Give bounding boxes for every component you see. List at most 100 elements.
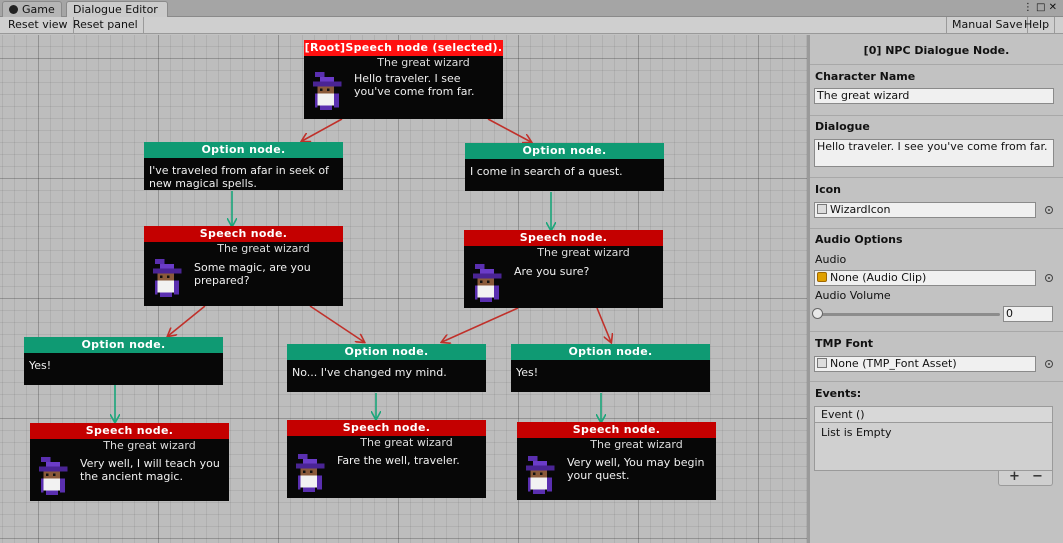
events-label: Events: <box>815 387 862 400</box>
tab-game[interactable]: Game <box>2 1 62 17</box>
divider <box>810 177 1063 178</box>
link-root-option1 <box>302 118 343 141</box>
tmp-font-object-field[interactable]: None (TMP_Font Asset) <box>814 356 1036 372</box>
wizard-icon <box>152 259 182 297</box>
speech-text: Very well, You may begin your quest. <box>567 456 705 482</box>
toolbar: Reset view Reset panel Manual Save Help <box>0 17 1063 34</box>
manual-save-button[interactable]: Manual Save <box>946 17 1029 34</box>
link-speech1-option3 <box>168 305 206 336</box>
unity-icon <box>9 5 18 14</box>
speaker-name: The great wizard <box>360 436 453 449</box>
speaker-name: The great wizard <box>103 439 196 452</box>
option-node[interactable]: Option node. I come in search of a quest… <box>465 143 664 191</box>
option-node-header: Option node. <box>287 344 486 360</box>
link-speech2-option4 <box>442 307 519 342</box>
speech-node-root[interactable]: [Root]Speech node (selected). The great … <box>304 40 503 119</box>
divider <box>810 115 1063 116</box>
dialogue-label: Dialogue <box>815 120 870 133</box>
audio-clip-icon <box>817 272 827 282</box>
tmp-font-value: None (TMP_Font Asset) <box>830 357 957 370</box>
wizard-icon <box>295 454 325 492</box>
tmp-font-label: TMP Font <box>815 337 874 350</box>
speech-node-header: [Root]Speech node (selected). <box>304 40 503 56</box>
speaker-name: The great wizard <box>377 56 470 69</box>
icon-value: WizardIcon <box>830 203 891 216</box>
event-list-footer: + − <box>998 469 1053 486</box>
divider <box>810 64 1063 65</box>
icon-object-field[interactable]: WizardIcon <box>814 202 1036 218</box>
event-list: List is Empty <box>814 423 1053 471</box>
event-list-empty-text: List is Empty <box>821 426 892 439</box>
speaker-name: The great wizard <box>590 438 683 451</box>
audio-options-label: Audio Options <box>815 233 903 246</box>
option-node[interactable]: Option node. I've traveled from afar in … <box>144 142 343 190</box>
tab-game-label: Game <box>22 3 55 16</box>
speech-node-header: Speech node. <box>517 422 716 438</box>
audio-volume-field[interactable]: 0 <box>1003 306 1053 322</box>
reset-panel-button[interactable]: Reset panel <box>68 17 144 34</box>
object-picker-icon[interactable] <box>1045 206 1053 214</box>
speech-node[interactable]: Speech node. The great wizard Very well,… <box>517 422 716 500</box>
audio-value: None (Audio Clip) <box>830 271 927 284</box>
speech-text: Are you sure? <box>514 265 590 278</box>
object-picker-icon[interactable] <box>1045 274 1053 282</box>
icon-label: Icon <box>815 183 842 196</box>
link-speech2-option5 <box>596 307 611 342</box>
option-node[interactable]: Option node. Yes! <box>24 337 223 385</box>
wizard-icon <box>525 456 555 494</box>
speech-node-header: Speech node. <box>287 420 486 436</box>
speech-node[interactable]: Speech node. The great wizard Very well,… <box>30 423 229 501</box>
divider <box>810 331 1063 332</box>
character-name-label: Character Name <box>815 70 916 83</box>
option-text: Yes! <box>29 359 52 372</box>
inspector-panel: [0] NPC Dialogue Node. Character Name Th… <box>810 35 1063 543</box>
audio-label: Audio <box>815 253 847 266</box>
option-node[interactable]: Option node. Yes! <box>511 344 710 392</box>
speech-text: Fare the well, traveler. <box>337 454 460 467</box>
remove-event-button[interactable]: − <box>1032 469 1043 484</box>
reset-view-button[interactable]: Reset view <box>3 17 74 34</box>
wizard-icon <box>38 457 68 495</box>
speech-text: Hello traveler. I see you've come from f… <box>354 72 475 98</box>
speech-node[interactable]: Speech node. The great wizard Are you su… <box>464 230 663 308</box>
option-node-header: Option node. <box>24 337 223 353</box>
divider <box>810 228 1063 229</box>
speech-node[interactable]: Speech node. The great wizard Some magic… <box>144 226 343 306</box>
speech-node-header: Speech node. <box>464 230 663 246</box>
link-root-option2 <box>487 118 531 142</box>
object-picker-icon[interactable] <box>1045 360 1053 368</box>
option-node[interactable]: Option node. No... I've changed my mind. <box>287 344 486 392</box>
event-header: Event () <box>814 406 1053 423</box>
option-text: I've traveled from afar in seek of new m… <box>149 164 329 190</box>
audio-object-field[interactable]: None (Audio Clip) <box>814 270 1036 286</box>
audio-volume-slider[interactable] <box>818 313 1000 316</box>
option-text: I come in search of a quest. <box>470 165 623 178</box>
speaker-name: The great wizard <box>217 242 310 255</box>
add-event-button[interactable]: + <box>1009 469 1020 484</box>
font-asset-icon <box>817 358 827 368</box>
dialogue-field[interactable]: Hello traveler. I see you've come from f… <box>814 139 1054 167</box>
help-button[interactable]: Help <box>1019 17 1056 34</box>
node-graph-canvas[interactable]: [Root]Speech node (selected). The great … <box>0 35 807 543</box>
sprite-icon <box>817 204 827 214</box>
speech-text: Very well, I will teach you the ancient … <box>80 457 220 483</box>
link-speech1-option4 <box>309 305 364 342</box>
option-node-header: Option node. <box>465 143 664 159</box>
option-text: Yes! <box>516 366 539 379</box>
wizard-icon <box>472 264 502 302</box>
tab-dialogue-editor-label: Dialogue Editor <box>73 3 158 16</box>
audio-volume-slider-thumb[interactable] <box>812 308 823 319</box>
tab-dialogue-editor[interactable]: Dialogue Editor <box>66 1 168 17</box>
audio-volume-label: Audio Volume <box>815 289 891 302</box>
option-node-header: Option node. <box>144 142 343 158</box>
speech-node[interactable]: Speech node. The great wizard Fare the w… <box>287 420 486 498</box>
divider <box>810 381 1063 382</box>
option-text: No... I've changed my mind. <box>292 366 447 379</box>
inspector-title: [0] NPC Dialogue Node. <box>863 44 1010 57</box>
speech-text: Some magic, are you prepared? <box>194 261 311 287</box>
character-name-field[interactable]: The great wizard <box>814 88 1054 104</box>
option-node-header: Option node. <box>511 344 710 360</box>
wizard-icon <box>312 72 342 110</box>
speech-node-header: Speech node. <box>144 226 343 242</box>
window-menu-icon[interactable]: ⋮ □ ✕ <box>1023 1 1057 15</box>
